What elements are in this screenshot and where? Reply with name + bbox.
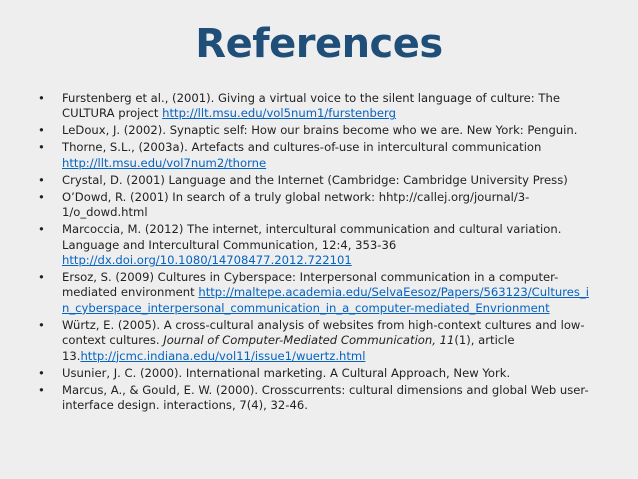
bullet: • <box>38 270 45 285</box>
slide-title: References <box>195 21 443 67</box>
reference-item: • Usunier, J. C. (2000). International m… <box>38 366 590 381</box>
reference-text: Usunier, J. C. (2000). International mar… <box>62 365 511 380</box>
bullet: • <box>38 123 45 138</box>
reference-item: • Marcoccia, M. (2012) The internet, int… <box>38 222 590 268</box>
reference-item: • Marcus, A., & Gould, E. W. (2000). Cro… <box>38 383 590 414</box>
reference-item: • Crystal, D. (2001) Language and the In… <box>38 173 590 188</box>
reference-link[interactable]: http://llt.msu.edu/vol5num1/furstenberg <box>162 106 396 120</box>
bullet: • <box>38 365 45 380</box>
bullet: • <box>38 222 45 237</box>
bullet: • <box>38 189 45 204</box>
reference-link[interactable]: http://dx.doi.org/10.1080/14708477.2012.… <box>62 253 352 267</box>
reference-text: Thorne, S.L., (2003a). Artefacts and cul… <box>62 140 542 155</box>
reference-list: • Furstenberg et al., (2001). Giving a v… <box>38 91 590 415</box>
journal-title: Journal of Computer-Mediated Communicati… <box>163 333 455 348</box>
reference-link[interactable]: http://llt.msu.edu/vol7num2/thorne <box>62 156 266 170</box>
bullet: • <box>38 382 45 397</box>
reference-item: • Furstenberg et al., (2001). Giving a v… <box>38 91 590 122</box>
bullet: • <box>38 172 45 187</box>
reference-item: • Thorne, S.L., (2003a). Artefacts and c… <box>38 140 590 171</box>
bullet: • <box>38 91 45 105</box>
slide: References • Furstenberg et al., (2001).… <box>0 0 638 479</box>
reference-text: O’Dowd, R. (2001) In search of a truly g… <box>62 189 530 220</box>
reference-item: • Ersoz, S. (2009) Cultures in Cyberspac… <box>38 270 590 316</box>
bullet: • <box>38 317 45 332</box>
reference-item: • Würtz, E. (2005). A cross-cultural ana… <box>38 318 590 364</box>
reference-text: Crystal, D. (2001) Language and the Inte… <box>62 172 568 187</box>
reference-item: • O’Dowd, R. (2001) In search of a truly… <box>38 190 590 221</box>
reference-link[interactable]: http://jcmc.indiana.edu/vol11/issue1/wue… <box>80 349 365 363</box>
reference-text: Marcus, A., & Gould, E. W. (2000). Cross… <box>62 382 589 413</box>
reference-item: • LeDoux, J. (2002). Synaptic self: How … <box>38 123 590 138</box>
bullet: • <box>38 140 45 155</box>
reference-text: LeDoux, J. (2002). Synaptic self: How ou… <box>62 123 578 138</box>
reference-text: Marcoccia, M. (2012) The internet, inter… <box>62 222 562 252</box>
